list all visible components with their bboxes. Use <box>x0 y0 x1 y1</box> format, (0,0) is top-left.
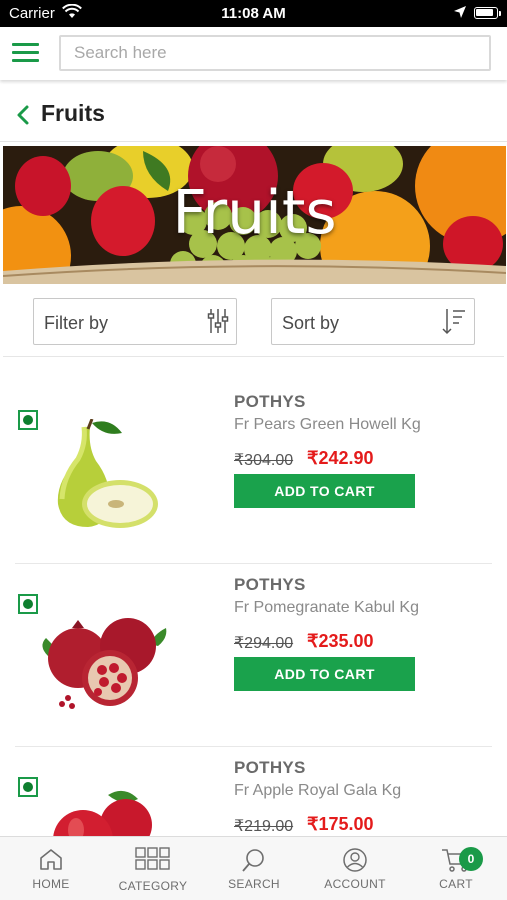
battery-tip <box>499 11 501 16</box>
page-header: Fruits <box>0 88 507 142</box>
user-icon <box>343 848 367 872</box>
search-input[interactable] <box>59 35 491 71</box>
search-icon <box>242 849 264 872</box>
nav-account-label: ACCOUNT <box>324 877 386 891</box>
page-title: Fruits <box>41 100 105 126</box>
pear-image[interactable] <box>38 419 168 529</box>
product-price: ₹175.00 <box>307 814 374 834</box>
product-mrp: ₹304.00 <box>234 452 294 469</box>
add-to-cart-button[interactable]: ADD TO CART <box>234 474 415 508</box>
product-brand: POTHYS <box>234 575 306 594</box>
bottom-navigation: HOME CATEGORY SEARCH ACCOUNT CART <box>0 836 507 900</box>
product-item[interactable]: POTHYS Fr Pomegranate Kabul Kg ₹294.00 ₹… <box>0 564 507 747</box>
filter-label: Filter by <box>44 313 109 333</box>
grid-icon <box>135 847 170 870</box>
pomegranate-image[interactable] <box>38 606 168 716</box>
sort-label: Sort by <box>282 313 340 333</box>
nav-category-label: CATEGORY <box>118 879 188 893</box>
battery-icon <box>474 7 498 19</box>
nav-account[interactable]: ACCOUNT <box>304 837 406 900</box>
product-item[interactable]: POTHYS Fr Pears Green Howell Kg ₹304.00 … <box>0 381 507 564</box>
product-name[interactable]: Fr Pomegranate Kabul Kg <box>234 599 419 617</box>
banner-title: Fruits <box>172 178 337 248</box>
sort-button[interactable]: Sort by <box>271 298 475 345</box>
location-arrow-icon <box>454 6 466 18</box>
veg-indicator-icon <box>18 410 38 430</box>
product-price: ₹242.90 <box>307 448 374 468</box>
product-price: ₹235.00 <box>307 631 374 651</box>
nav-search[interactable]: SEARCH <box>203 837 305 900</box>
product-mrp: ₹294.00 <box>234 635 294 652</box>
app-screen: Carrier 11:08 AM Fruits <box>0 0 507 900</box>
nav-category[interactable]: CATEGORY <box>102 837 204 900</box>
nav-cart-label: CART <box>439 877 473 891</box>
product-name[interactable]: Fr Apple Royal Gala Kg <box>234 782 401 800</box>
sort-icon <box>442 309 465 335</box>
nav-home-label: HOME <box>32 877 70 891</box>
back-chevron-icon[interactable] <box>15 104 31 126</box>
status-bar: Carrier 11:08 AM <box>0 0 507 27</box>
nav-cart[interactable]: CART <box>405 837 507 900</box>
product-mrp: ₹219.00 <box>234 818 294 835</box>
divider <box>3 356 504 357</box>
filter-sliders-icon <box>207 309 229 333</box>
top-bar <box>0 27 507 80</box>
add-to-cart-button[interactable]: ADD TO CART <box>234 657 415 691</box>
veg-indicator-icon <box>18 777 38 797</box>
product-name[interactable]: Fr Pears Green Howell Kg <box>234 416 421 434</box>
product-brand: POTHYS <box>234 392 306 411</box>
clock: 11:08 AM <box>221 5 286 22</box>
veg-indicator-icon <box>18 594 38 614</box>
category-banner: Fruits <box>3 146 506 284</box>
hamburger-menu-icon[interactable] <box>12 43 39 63</box>
nav-search-label: SEARCH <box>228 877 280 891</box>
product-brand: POTHYS <box>234 758 306 777</box>
cart-count-badge: 0 <box>459 847 483 871</box>
home-icon <box>40 849 62 870</box>
nav-home[interactable]: HOME <box>0 837 102 900</box>
filter-button[interactable]: Filter by <box>33 298 237 345</box>
